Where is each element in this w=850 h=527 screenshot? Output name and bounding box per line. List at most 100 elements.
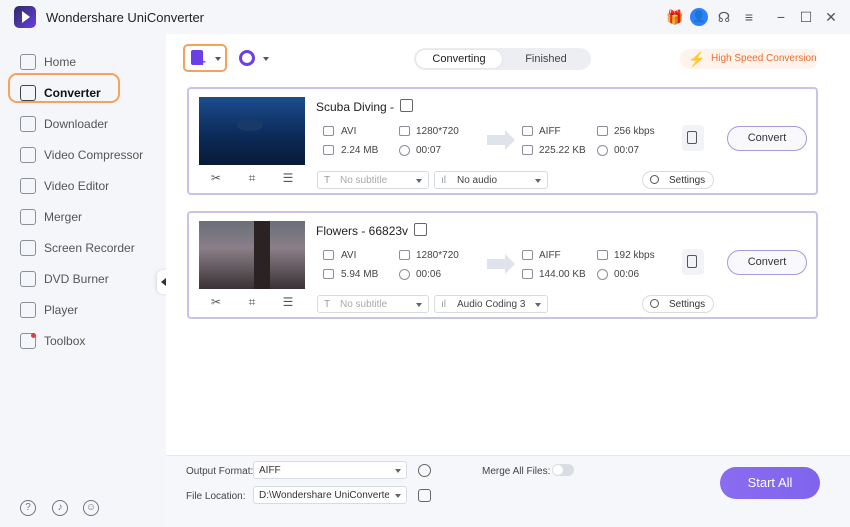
source-format: AVI [341,250,357,261]
edit-tools: ✂ ⌗ ☰ [199,167,305,191]
target-size: 144.00 KB [539,269,586,280]
sidebar-item-label: Downloader [44,117,109,131]
target-duration: 00:07 [614,145,640,156]
effects-icon[interactable]: ☰ [281,295,295,309]
subtitle-icon: T [324,175,331,186]
sidebar-item-merger[interactable]: Merger [0,202,166,232]
target-bitrate: 256 kbps [614,126,655,137]
active-item-highlight [8,73,120,103]
merge-all-label: Merge All Files: [482,466,551,477]
trim-icon[interactable]: ✂ [209,295,223,309]
file-location-value: D:\Wondershare UniConverter 1 [259,490,389,501]
clock-icon [399,145,410,156]
crop-icon[interactable]: ⌗ [245,295,259,309]
rename-icon[interactable] [400,99,413,112]
format-icon [323,126,334,136]
downloader-icon [20,116,36,132]
convert-button[interactable]: Convert [727,250,807,275]
audio-value: Audio Coding 3 [457,299,526,310]
bitrate-icon [597,250,608,260]
settings-button[interactable]: Settings [642,295,714,313]
merge-all-toggle[interactable] [552,464,574,476]
close-icon[interactable]: ✕ [822,8,840,26]
compress-icon [20,147,36,163]
gear-icon [650,299,659,308]
tab-finished[interactable]: Finished [503,50,589,68]
target-size: 225.22 KB [539,145,586,156]
high-speed-conversion-button[interactable]: ⚡ High Speed Conversion [680,49,818,69]
output-format-value: AIFF [259,465,281,476]
maximize-icon[interactable]: ☐ [797,8,815,26]
sidebar-item-video-compressor[interactable]: Video Compressor [0,140,166,170]
audio-dropdown[interactable]: ıl No audio [434,171,548,189]
arrow-right-icon [487,130,515,150]
video-thumbnail[interactable] [199,97,305,165]
settings-button[interactable]: Settings [642,171,714,189]
add-file-icon [191,50,206,69]
trim-icon[interactable]: ✂ [209,171,223,185]
resolution-icon [399,126,410,136]
add-files-button[interactable] [183,44,227,72]
convert-button[interactable]: Convert [727,126,807,151]
sidebar-item-dvd-burner[interactable]: DVD Burner [0,264,166,294]
lightning-icon: ⚡ [688,51,706,67]
target-duration: 00:06 [614,269,640,280]
crop-icon[interactable]: ⌗ [245,171,259,185]
output-settings-icon[interactable] [682,125,704,151]
subtitle-dropdown[interactable]: T No subtitle [317,171,429,189]
sidebar-item-label: Home [44,55,77,69]
rename-icon[interactable] [414,223,427,236]
file-location-label: File Location: [186,491,246,502]
chevron-down-icon [395,469,401,473]
chevron-down-icon [535,179,541,183]
output-settings-icon[interactable] [682,249,704,275]
target-format: AIFF [539,126,561,137]
output-format-select[interactable]: AIFF [253,461,407,479]
sidebar-item-label: Screen Recorder [44,241,135,255]
audio-dropdown[interactable]: ıl Audio Coding 3 [434,295,548,313]
scissors-icon [20,178,36,194]
headset-icon[interactable]: ☊ [715,8,733,26]
subtitle-dropdown[interactable]: T No subtitle [317,295,429,313]
app-title: Wondershare UniConverter [46,10,204,25]
start-all-button[interactable]: Start All [720,467,820,499]
subtitle-icon: T [324,299,331,310]
sidebar-item-video-editor[interactable]: Video Editor [0,171,166,201]
sidebar-item-label: Video Compressor [44,148,144,162]
source-resolution: 1280*720 [416,126,459,137]
add-from-device-icon[interactable] [239,50,255,66]
bell-icon[interactable]: ♪ [52,500,68,516]
edit-tools: ✂ ⌗ ☰ [199,291,305,315]
source-format: AVI [341,126,357,137]
output-format-label: Output Format: [186,466,254,477]
folder-icon [323,145,334,155]
minimize-icon[interactable]: − [772,8,790,26]
sidebar-item-screen-recorder[interactable]: Screen Recorder [0,233,166,263]
video-thumbnail[interactable] [199,221,305,289]
chevron-down-icon [416,303,422,307]
help-icon[interactable]: ? [20,500,36,516]
home-icon [20,54,36,70]
file-location-select[interactable]: D:\Wondershare UniConverter 1 [253,486,407,504]
high-speed-label: High Speed Conversion [711,53,817,64]
sidebar-item-label: Video Editor [44,179,110,193]
file-name: Flowers - 66823v [316,224,409,238]
folder-icon [522,269,533,279]
gear-icon [650,175,659,184]
sidebar-item-player[interactable]: Player [0,295,166,325]
menu-icon[interactable]: ≡ [740,8,758,26]
sidebar-item-toolbox[interactable]: Toolbox [0,326,166,356]
audio-wave-icon: ıl [441,175,446,186]
user-icon[interactable]: 👤 [690,8,708,26]
feedback-icon[interactable]: ☺ [83,500,99,516]
format-settings-icon[interactable] [418,464,431,477]
folder-open-icon[interactable] [418,489,431,502]
chevron-down-icon[interactable] [263,57,269,61]
effects-icon[interactable]: ☰ [281,171,295,185]
gift-icon[interactable]: 🎁 [666,8,684,26]
file-card: ✂ ⌗ ☰ Flowers - 66823v AVI 1280*720 5.94… [187,211,818,319]
chevron-down-icon [215,57,221,61]
tab-converting[interactable]: Converting [416,50,502,68]
sidebar-item-downloader[interactable]: Downloader [0,109,166,139]
folder-icon [522,145,533,155]
